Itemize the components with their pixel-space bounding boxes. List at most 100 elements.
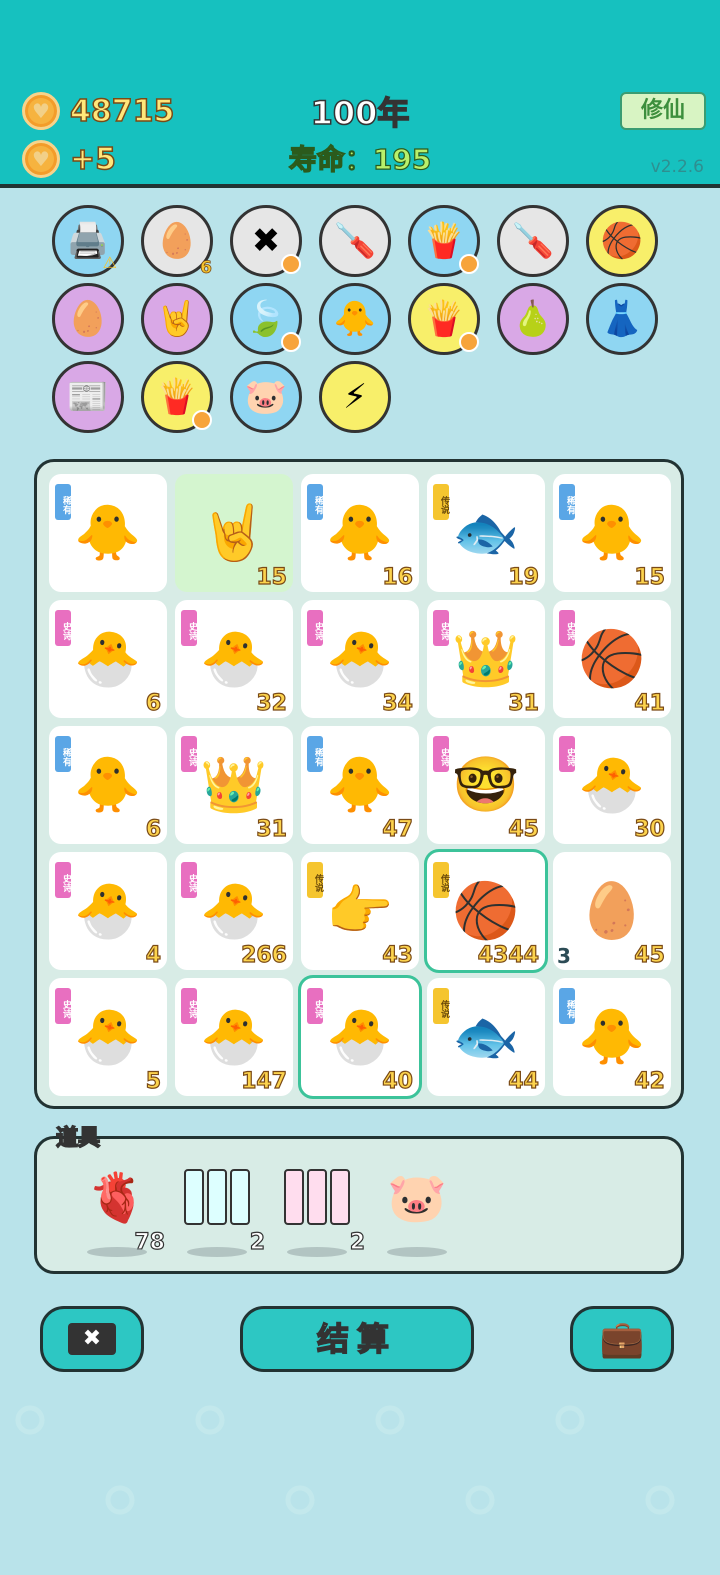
board-cell[interactable]: 🐟 传说 44 bbox=[427, 978, 545, 1096]
cell-value: 31 bbox=[256, 816, 288, 842]
board-cell[interactable]: 🐣 史诗 30 bbox=[553, 726, 671, 844]
board-cell[interactable]: 🐣 史诗 34 bbox=[301, 600, 419, 718]
egg-face-icon[interactable]: 🥚 bbox=[52, 283, 124, 355]
item-row: 🥚 🤘 🍃 🐥 🍟 🍐 👗 bbox=[52, 283, 672, 355]
rarity-tag: 稀有 bbox=[55, 484, 71, 520]
cell-value: 32 bbox=[256, 690, 288, 716]
heart-badge-icon bbox=[459, 332, 479, 352]
chick-icon: 🐥 bbox=[74, 501, 142, 564]
pointing-hand-icon: 👉 bbox=[326, 879, 394, 942]
cell-value: 147 bbox=[240, 1068, 287, 1094]
cell-value: 45 bbox=[508, 816, 540, 842]
king-chick-icon: 👑 bbox=[452, 627, 520, 690]
cell-value: 42 bbox=[634, 1068, 666, 1094]
board-cell[interactable]: 🥚 45 3 bbox=[553, 852, 671, 970]
settle-button[interactable]: 结算 bbox=[240, 1306, 474, 1372]
tool-piggy-bank[interactable]: 🐷 bbox=[377, 1169, 457, 1257]
board-cell[interactable]: 👉 传说 43 bbox=[301, 852, 419, 970]
year-display: 100年 bbox=[310, 93, 410, 133]
leaf-icon[interactable]: 🍃 bbox=[230, 283, 302, 355]
professor-chick-icon: 🐣 bbox=[326, 1005, 394, 1068]
tool-epic-scroll[interactable]: 2 bbox=[277, 1169, 366, 1257]
xiuxian-button[interactable]: 修仙 bbox=[620, 92, 706, 130]
board-cell[interactable]: 🐥 稀有 47 bbox=[301, 726, 419, 844]
cell-value: 41 bbox=[634, 690, 666, 716]
board-cell[interactable]: 🤘 15 bbox=[175, 474, 293, 592]
time-magazine-icon[interactable]: 📰 bbox=[52, 361, 124, 433]
egg-tray-icon[interactable]: 🥚 6 bbox=[141, 205, 213, 278]
chick-icon: 🐥 bbox=[74, 753, 142, 816]
cell-value: 16 bbox=[382, 564, 414, 590]
professor-chick-icon: 🐣 bbox=[200, 1005, 268, 1068]
rarity-tag: 史诗 bbox=[433, 610, 449, 646]
lightning-icon[interactable]: ⚡ bbox=[319, 361, 391, 433]
cell-value: 6 bbox=[145, 690, 162, 716]
rarity-tag: 史诗 bbox=[181, 736, 197, 772]
board-cell[interactable]: 🐥 稀有 15 bbox=[553, 474, 671, 592]
delete-tag-icon[interactable]: ✖ bbox=[230, 205, 302, 277]
board-cell[interactable]: 🐣 史诗 5 bbox=[49, 978, 167, 1096]
board-cell[interactable]: 👑 史诗 31 bbox=[427, 600, 545, 718]
rarity-tag: 史诗 bbox=[559, 736, 575, 772]
board-cell[interactable]: 🐟 传说 19 bbox=[427, 474, 545, 592]
screwdriver-icon[interactable]: 🪛 bbox=[497, 205, 569, 277]
king-chick-icon: 👑 bbox=[200, 753, 268, 816]
delete-button[interactable]: ✖ bbox=[40, 1306, 144, 1372]
top-status-bar: ♥ 48715 ♥ +5 100年 寿命：195 修仙 v2.2.6 bbox=[0, 0, 720, 188]
board-cell[interactable]: 🐣 史诗 4 bbox=[49, 852, 167, 970]
cell-value: 266 bbox=[240, 942, 287, 968]
professor-chick-icon: 🐣 bbox=[200, 627, 268, 690]
rock-hand-icon[interactable]: 🤘 bbox=[141, 283, 213, 355]
rarity-tag: 史诗 bbox=[181, 988, 197, 1024]
basketballs-icon[interactable]: 🏀 bbox=[586, 205, 658, 277]
board-cell[interactable]: 🐣 史诗 6 bbox=[49, 600, 167, 718]
fries-icon[interactable]: 🍟 bbox=[408, 205, 480, 277]
cell-value: 15 bbox=[634, 564, 666, 590]
cell-value: 19 bbox=[508, 564, 540, 590]
board-cell[interactable]: 🐥 稀有 6 bbox=[49, 726, 167, 844]
chick-egg-icon[interactable]: 🐥 bbox=[319, 283, 391, 355]
tool-liver[interactable]: 🫀 78 bbox=[77, 1169, 166, 1257]
screwdriver-icon[interactable]: 🪛 bbox=[319, 205, 391, 277]
rarity-tag: 史诗 bbox=[55, 862, 71, 898]
board-cell[interactable]: 🐥 稀有 bbox=[49, 474, 167, 592]
piggy-bank-icon[interactable]: 🐷 bbox=[230, 361, 302, 433]
basketball-icon: 🏀 bbox=[452, 879, 520, 942]
rock-hand-icon: 🤘 bbox=[200, 501, 268, 564]
board-cell[interactable]: 🏀 传说 4344 bbox=[424, 849, 548, 973]
chick-professor-icon: 🐥 bbox=[578, 501, 646, 564]
rarity-tag: 史诗 bbox=[181, 862, 197, 898]
tool-rare-scroll[interactable]: 2 bbox=[177, 1169, 266, 1257]
version-label: v2.2.6 bbox=[650, 157, 704, 177]
cell-value: 4 bbox=[145, 942, 162, 968]
rarity-tag: 传说 bbox=[433, 484, 449, 520]
skirt-icon[interactable]: 👗 bbox=[586, 283, 658, 355]
epic-scroll-icon bbox=[277, 1169, 357, 1225]
cell-value: 40 bbox=[382, 1068, 414, 1094]
board-cell[interactable]: 🐥 稀有 42 bbox=[553, 978, 671, 1096]
board-cell[interactable]: 🐣 史诗 266 bbox=[175, 852, 293, 970]
rare-scroll-icon bbox=[177, 1169, 257, 1225]
board-cell[interactable]: 🐣 史诗 147 bbox=[175, 978, 293, 1096]
cell-value: 31 bbox=[508, 690, 540, 716]
board-cell[interactable]: 🏀 史诗 41 bbox=[553, 600, 671, 718]
board-cell[interactable]: 🐥 稀有 16 bbox=[301, 474, 419, 592]
fries-icon[interactable]: 🍟 bbox=[408, 283, 480, 355]
board-cell[interactable]: 🤓 史诗 45 bbox=[427, 726, 545, 844]
cell-side-count: 3 bbox=[557, 944, 571, 968]
close-icon: ✖ bbox=[68, 1323, 116, 1355]
rarity-tag: 稀有 bbox=[55, 736, 71, 772]
board-cell[interactable]: 🐣 史诗 40 bbox=[298, 975, 422, 1099]
cell-value: 34 bbox=[382, 690, 414, 716]
printer-icon[interactable]: 🖨️ ⚠ bbox=[52, 205, 124, 277]
bag-button[interactable]: 💼 bbox=[570, 1306, 674, 1372]
board-cell[interactable]: 🐣 史诗 32 bbox=[175, 600, 293, 718]
koi-icon: 🐟 bbox=[452, 501, 520, 564]
cell-value: 6 bbox=[145, 816, 162, 842]
rarity-tag: 传说 bbox=[433, 988, 449, 1024]
pomelo-icon[interactable]: 🍐 bbox=[497, 283, 569, 355]
rarity-tag: 传说 bbox=[307, 862, 323, 898]
koi-icon: 🐟 bbox=[452, 1005, 520, 1068]
fries-icon[interactable]: 🍟 bbox=[141, 361, 213, 433]
board-cell[interactable]: 👑 史诗 31 bbox=[175, 726, 293, 844]
